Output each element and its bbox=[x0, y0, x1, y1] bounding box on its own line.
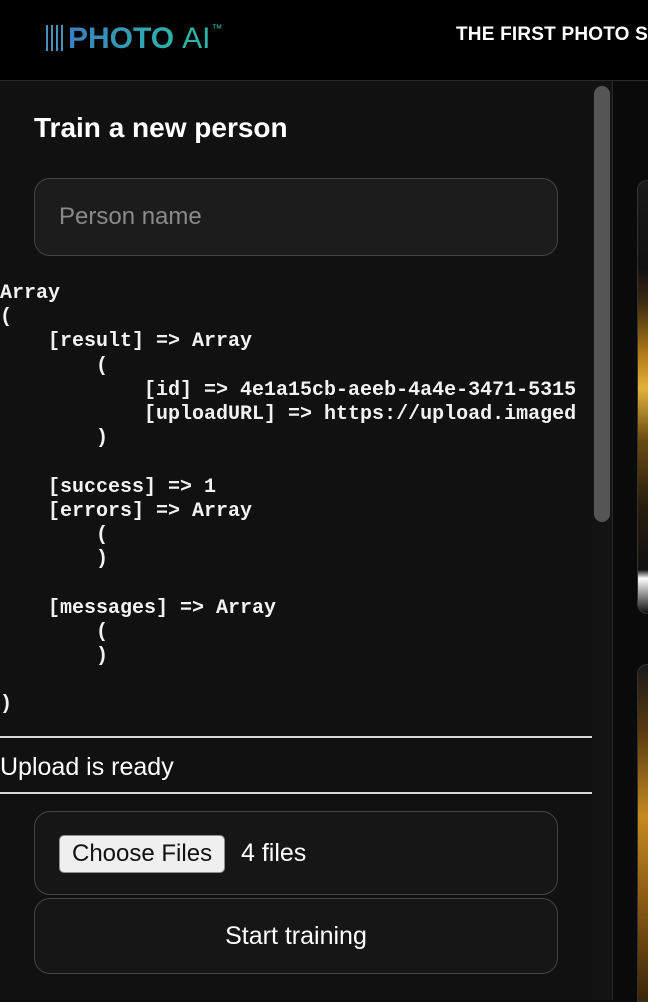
choose-files-button[interactable]: Choose Files bbox=[59, 835, 226, 873]
start-training-button[interactable]: Start training bbox=[34, 898, 558, 974]
api-response-dump: Array ( [result] => Array ( [id] => 4e1a… bbox=[0, 282, 577, 717]
header-tagline: THE FIRST PHOTO S bbox=[456, 24, 648, 45]
top-header: PHOTO AI ™ THE FIRST PHOTO S bbox=[0, 0, 648, 81]
photo-ai-logo[interactable]: PHOTO AI ™ bbox=[46, 22, 223, 58]
person-name-input[interactable] bbox=[34, 178, 558, 256]
logo-ai-text: AI bbox=[182, 22, 211, 55]
gallery-photo-card[interactable] bbox=[637, 180, 648, 614]
upload-status-bar: Upload is ready bbox=[0, 736, 594, 794]
selected-file-count: 4 files bbox=[241, 839, 307, 867]
page-title: Train a new person bbox=[34, 112, 288, 143]
file-upload-box: Choose Files 4 files bbox=[34, 811, 558, 895]
panel-scrollbar[interactable] bbox=[592, 84, 612, 1000]
logo-bars-icon bbox=[46, 22, 66, 54]
upload-status-text: Upload is ready bbox=[0, 753, 174, 781]
scrollbar-thumb[interactable] bbox=[594, 86, 610, 522]
gallery-photo-card[interactable] bbox=[637, 664, 648, 1002]
logo-trademark: ™ bbox=[211, 23, 223, 35]
logo-photo-text: PHOTO bbox=[68, 22, 175, 55]
